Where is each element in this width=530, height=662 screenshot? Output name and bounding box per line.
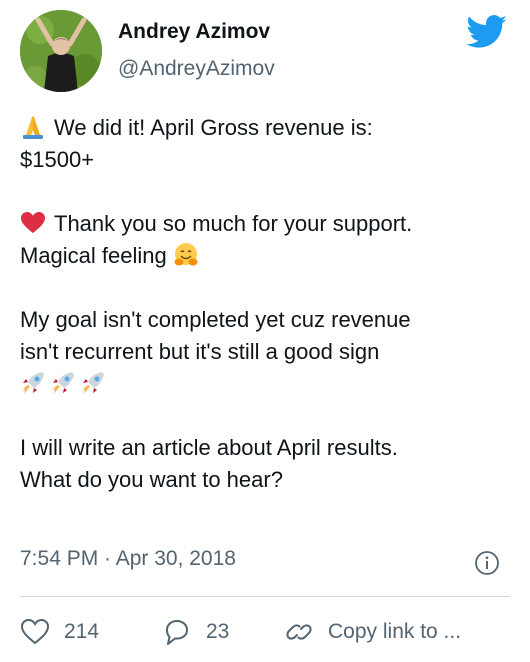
tweet-paragraph: My goal isn't completed yet cuz revenue …: [20, 304, 515, 400]
rocket-icon: [52, 372, 74, 394]
tweet-line: $1500+: [20, 144, 515, 176]
author-handle[interactable]: @AndreyAzimov: [118, 57, 275, 81]
tweet-paragraph: Thank you so much for your support. Magi…: [20, 208, 515, 272]
copy-link-label: Copy link to ...: [328, 620, 462, 643]
tweet-line: Thank you so much for your support.: [20, 208, 515, 240]
rocket-emoji-row: [20, 368, 515, 400]
tweet-line: isn't recurrent but it's still a good si…: [20, 336, 515, 368]
avatar-photo: [20, 10, 102, 92]
tweet-line-text: My goal isn't completed yet cuz revenue: [20, 307, 411, 332]
red-heart-icon: [21, 212, 45, 233]
tweet-line-text: isn't recurrent but it's still a good si…: [20, 339, 380, 364]
tweet-paragraph: We did it! April Gross revenue is: $1500…: [20, 112, 515, 176]
tweet-line-text: What do you want to hear?: [20, 467, 283, 492]
author-name[interactable]: Andrey Azimov: [118, 20, 270, 44]
tweet-line-text: $1500+: [20, 147, 95, 172]
tweet-text: We did it! April Gross revenue is: $1500…: [20, 112, 515, 528]
rocket-icon: [82, 372, 104, 394]
tweet-paragraph: I will write an article about April resu…: [20, 432, 515, 496]
hugging-face-icon: [174, 243, 198, 266]
tweet-line: We did it! April Gross revenue is:: [20, 112, 515, 144]
link-icon: [286, 624, 312, 640]
tweet-line-text: Thank you so much for your support.: [54, 211, 413, 236]
avatar[interactable]: [20, 10, 102, 92]
tweet-line: Magical feeling: [20, 240, 515, 272]
like-count: 214: [64, 620, 100, 643]
tweet-line-text: Magical feeling: [20, 243, 167, 268]
tweet-line-text: I will write an article about April resu…: [20, 435, 398, 460]
tweet-card: Andrey Azimov @AndreyAzimov We did it! A…: [0, 0, 530, 662]
reply-icon: [166, 620, 188, 645]
tweet-line: My goal isn't completed yet cuz revenue: [20, 304, 515, 336]
tweet-line: What do you want to hear?: [20, 464, 515, 496]
like-button[interactable]: 214: [20, 617, 99, 647]
rocket-icon: [22, 372, 44, 394]
divider: [20, 596, 510, 597]
info-icon[interactable]: [474, 550, 500, 576]
reply-button[interactable]: 23: [162, 617, 229, 647]
twitter-bird-icon[interactable]: [466, 15, 508, 49]
tweet-line-text: We did it! April Gross revenue is:: [54, 115, 373, 140]
reply-count: 23: [206, 620, 230, 643]
heart-icon: [20, 618, 50, 645]
tweet-line: I will write an article about April resu…: [20, 432, 515, 464]
copy-link-button[interactable]: Copy link to ...: [284, 617, 461, 647]
folded-hands-icon: [23, 116, 43, 139]
tweet-timestamp[interactable]: 7:54 PM · Apr 30, 2018: [20, 547, 236, 571]
